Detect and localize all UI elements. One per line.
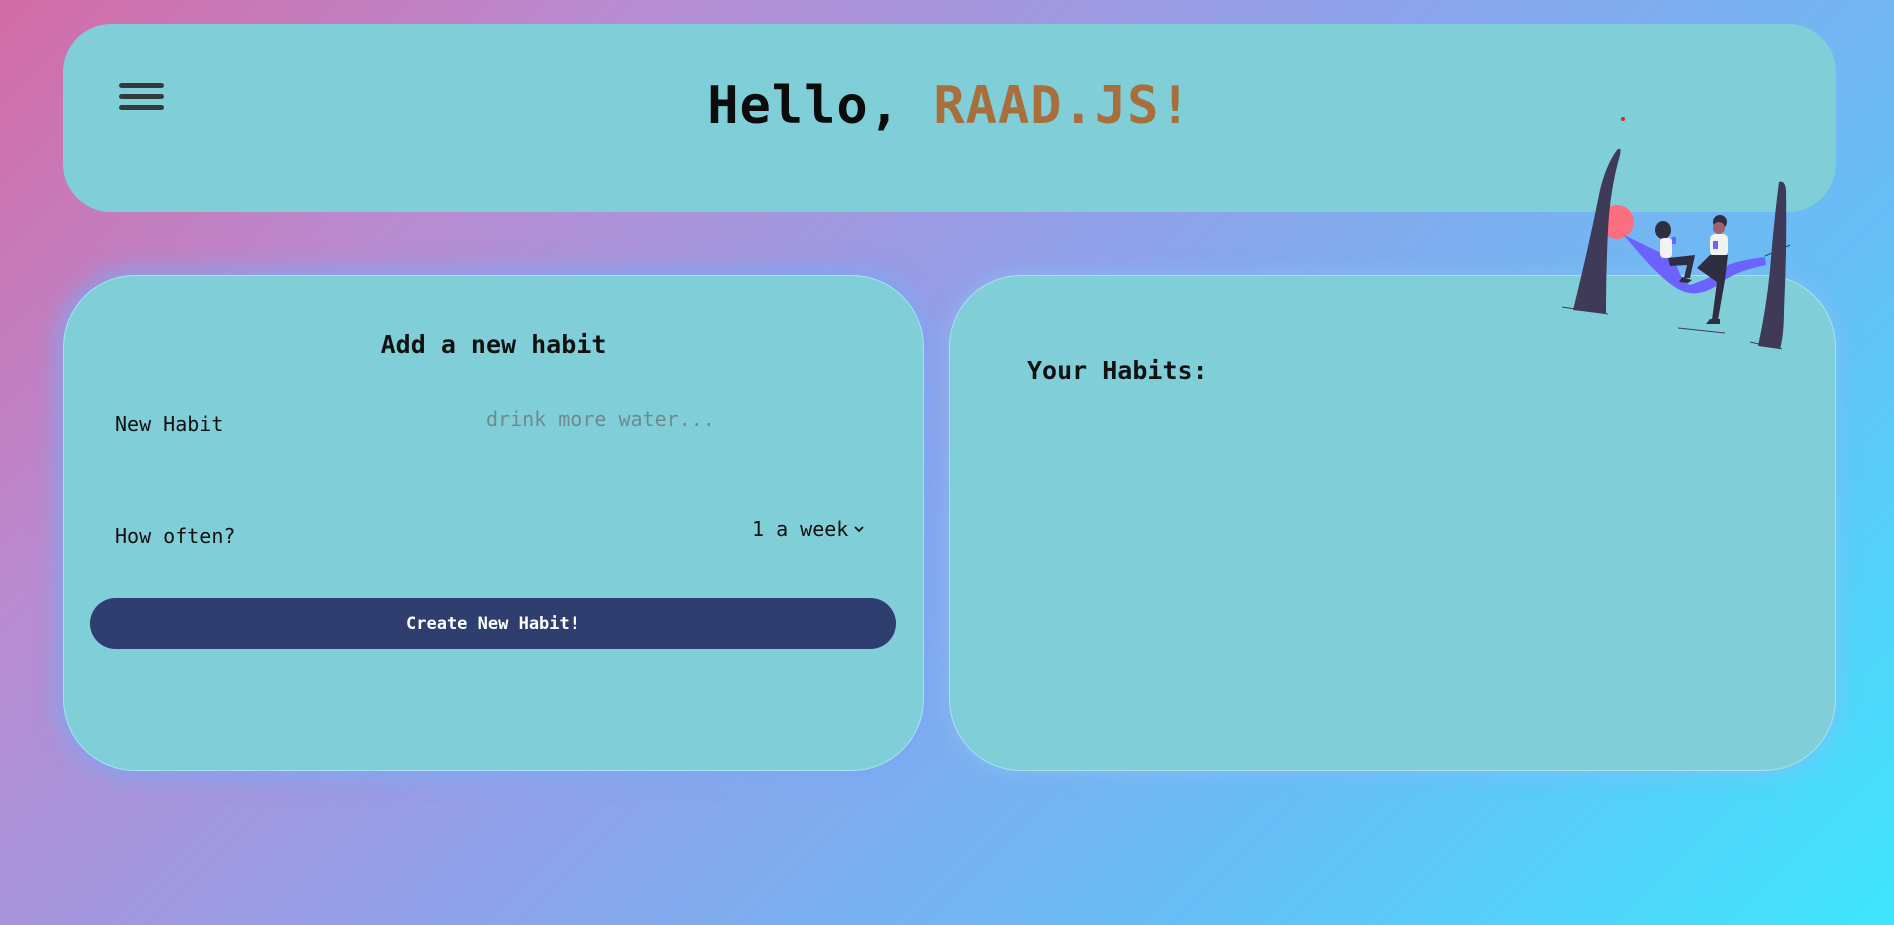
chevron-down-icon <box>854 526 864 533</box>
greeting-username: RAAD.JS! <box>933 76 1192 136</box>
greeting-prefix: Hello, <box>707 76 934 136</box>
add-habit-card: Add a new habit New Habit How often? 1 a… <box>63 275 924 771</box>
how-often-label: How often? <box>115 524 236 548</box>
add-habit-title: Add a new habit <box>380 330 607 359</box>
hammock-people-illustration <box>1561 117 1791 350</box>
new-habit-input[interactable] <box>478 402 846 436</box>
create-habit-button[interactable]: Create New Habit! <box>90 598 896 649</box>
frequency-select-value: 1 a week <box>752 517 849 541</box>
new-habit-label: New Habit <box>115 412 224 436</box>
frequency-select[interactable]: 1 a week <box>752 517 864 541</box>
your-habits-title: Your Habits: <box>1027 356 1208 385</box>
